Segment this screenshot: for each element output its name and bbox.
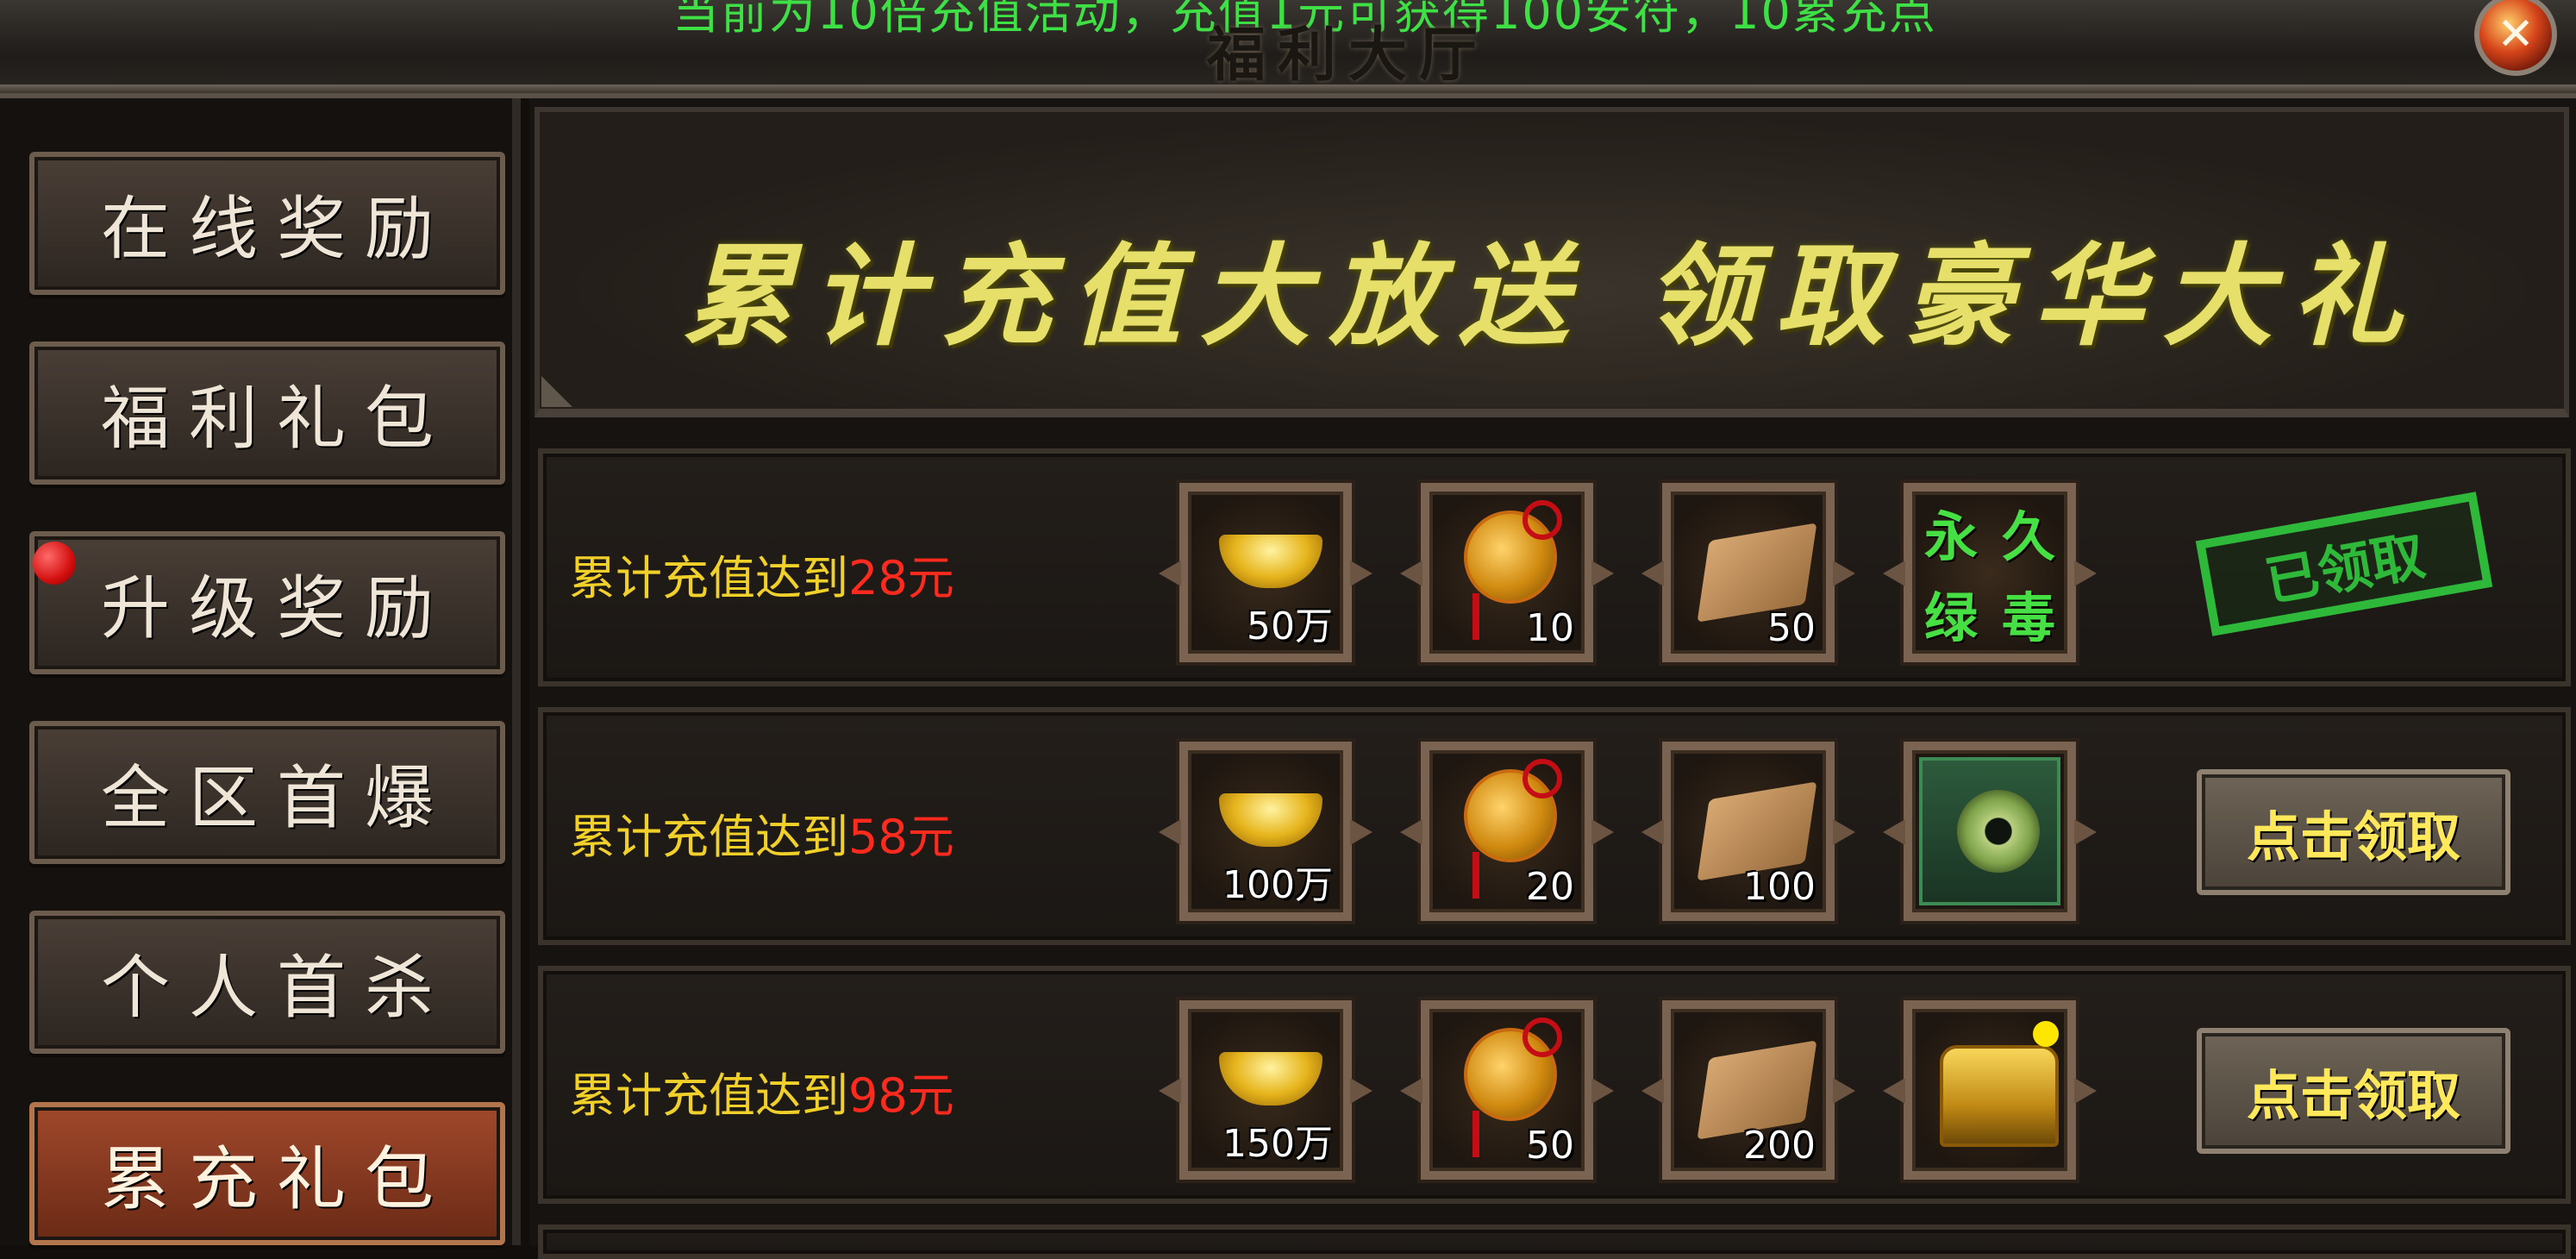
treasure-chest-icon: [1940, 1045, 2059, 1147]
reward-quantity: 100: [1743, 865, 1816, 909]
notification-dot-icon: [33, 542, 76, 585]
main-panel: 累计充值大放送 领取豪华大礼 累计充值达到28元 50万 10 50 永 久 绿: [529, 98, 2576, 1259]
reward-slot[interactable]: 100万: [1179, 742, 1352, 921]
reward-tier-row-partial: [538, 1225, 2571, 1259]
tassel-decoration: [1472, 593, 1479, 640]
gold-ingot-icon: [1219, 535, 1322, 588]
reward-slot[interactable]: [1904, 742, 2076, 921]
reward-slot[interactable]: 50: [1421, 1000, 1593, 1180]
sidebar-item-label: 升级奖励: [101, 568, 453, 648]
icon-char: 绿: [1923, 586, 1978, 649]
close-icon: ✕: [2497, 9, 2535, 60]
reward-tier-row: 累计充值达到98元 150万 50 200 点击领取: [538, 966, 2571, 1204]
reward-quantity: 100万: [1222, 863, 1333, 907]
sidebar-item-server-first-drop[interactable]: 全区首爆: [29, 721, 505, 864]
jade-ring-icon: [1957, 790, 2040, 873]
reward-tier-row: 累计充值达到28元 50万 10 50 永 久 绿 毒 已领取: [538, 448, 2571, 686]
requirement-text: 累计充值达到: [569, 810, 848, 864]
window-header: 当前为10倍充值活动，充值1元可获得100安符，10累充点 福利大厅: [0, 0, 2576, 98]
sidebar-item-welfare-pack[interactable]: 福利礼包: [29, 341, 505, 485]
banner-title: 累计充值大放送 领取豪华大礼: [682, 232, 2422, 361]
icon-char: 永: [1923, 505, 1978, 568]
reward-slot[interactable]: 20: [1421, 742, 1593, 921]
sidebar-item-label: 福利礼包: [101, 379, 453, 459]
reward-quantity: 20: [1526, 865, 1574, 909]
reward-quantity: 50: [1526, 1124, 1574, 1168]
cord-decoration: [1522, 1018, 1562, 1057]
gold-ingot-icon: [1219, 793, 1322, 847]
tier-requirement: 累计充值达到28元: [569, 540, 954, 608]
tier-requirement: 累计充值达到98元: [569, 1057, 954, 1125]
reward-slot[interactable]: 150万: [1179, 1000, 1352, 1180]
requirement-amount: 28元: [848, 551, 954, 605]
reward-slot[interactable]: [1904, 1000, 2076, 1180]
requirement-text: 累计充值达到: [569, 1068, 848, 1123]
tier-requirement: 累计充值达到58元: [569, 799, 954, 867]
sidebar-item-level-reward[interactable]: 升级奖励: [29, 531, 505, 674]
sidebar: 在线奖励 福利礼包 升级奖励 全区首爆 个人首杀 累充礼包: [0, 98, 521, 1245]
requirement-text: 累计充值达到: [569, 551, 848, 605]
claim-button-label: 点击领取: [2246, 1064, 2460, 1127]
reward-quantity: 10: [1526, 606, 1574, 650]
requirement-amount: 58元: [848, 810, 954, 864]
icon-char: 久: [2001, 505, 2055, 568]
icon-char: 毒: [2001, 586, 2055, 649]
claim-button[interactable]: 点击领取: [2197, 1028, 2510, 1154]
sidebar-item-recharge-pack[interactable]: 累充礼包: [29, 1102, 505, 1245]
window-title: 福利大厅: [1207, 22, 1491, 90]
reward-quantity: 150万: [1222, 1122, 1333, 1166]
requirement-amount: 98元: [848, 1068, 954, 1123]
reward-slot[interactable]: 50万: [1179, 483, 1352, 662]
reward-quantity: 50万: [1247, 604, 1333, 648]
sidebar-item-personal-first-kill[interactable]: 个人首杀: [29, 911, 505, 1054]
new-item-dot-icon: [2033, 1021, 2059, 1047]
cord-decoration: [1522, 759, 1562, 799]
reward-slot[interactable]: 100: [1662, 742, 1835, 921]
tassel-decoration: [1472, 1111, 1479, 1157]
claimed-stamp: 已领取: [2195, 492, 2493, 636]
event-banner: 累计充值大放送 领取豪华大礼: [535, 107, 2569, 417]
reward-quantity: 200: [1743, 1124, 1816, 1168]
reward-quantity: 50: [1767, 606, 1816, 650]
banner-corner: [541, 376, 572, 407]
reward-tier-row: 累计充值达到58元 100万 20 100 点击领取: [538, 707, 2571, 945]
claim-button[interactable]: 点击领取: [2197, 769, 2510, 895]
permanent-poison-icon: 永 久 绿 毒: [1912, 492, 2067, 654]
sidebar-item-label: 全区首爆: [101, 758, 453, 838]
sidebar-item-label: 累充礼包: [101, 1139, 453, 1219]
reward-slot[interactable]: 永 久 绿 毒: [1904, 483, 2076, 662]
reward-slot[interactable]: 10: [1421, 483, 1593, 662]
sidebar-item-online-reward[interactable]: 在线奖励: [29, 152, 505, 295]
sidebar-item-label: 在线奖励: [101, 189, 453, 269]
sidebar-item-label: 个人首杀: [101, 948, 453, 1028]
header-divider: [0, 85, 2576, 93]
tassel-decoration: [1472, 852, 1479, 899]
reward-slot[interactable]: 200: [1662, 1000, 1835, 1180]
claim-button-label: 点击领取: [2246, 805, 2460, 868]
reward-slot[interactable]: 50: [1662, 483, 1835, 662]
cord-decoration: [1522, 500, 1562, 540]
gold-ingot-icon: [1219, 1052, 1322, 1106]
